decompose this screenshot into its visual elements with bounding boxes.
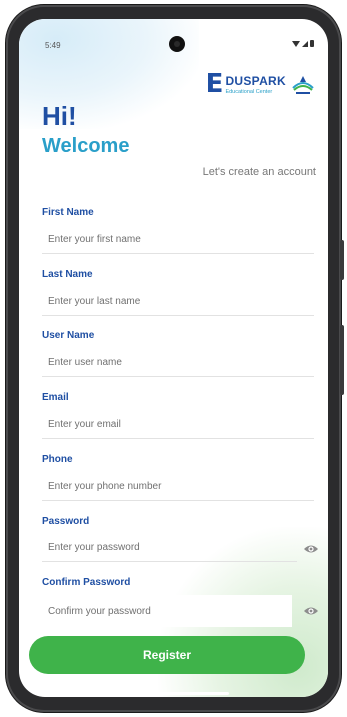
wifi-icon	[292, 40, 300, 47]
status-bar: 5:49	[19, 19, 328, 55]
volume-button	[340, 240, 344, 280]
email-input[interactable]	[42, 411, 314, 439]
signal-icon	[302, 40, 308, 47]
battery-icon	[310, 40, 314, 47]
last-name-input[interactable]	[42, 288, 314, 316]
last-name-label: Last Name	[42, 269, 93, 280]
password-label: Password	[42, 516, 90, 527]
first-name-input[interactable]	[42, 226, 314, 254]
status-time: 5:49	[45, 41, 61, 50]
camera-cutout	[169, 36, 185, 52]
logo-text: DUSPARK Educational Center	[225, 74, 286, 95]
logo-subtitle: Educational Center	[225, 88, 273, 95]
phone-input[interactable]	[42, 473, 314, 501]
register-button[interactable]: Register	[29, 636, 305, 674]
logo-letter: E	[205, 69, 224, 99]
confirm-password-label: Confirm Password	[42, 577, 131, 588]
home-indicator[interactable]	[129, 692, 229, 695]
user-name-input[interactable]	[42, 349, 314, 377]
create-account-subtitle: Let's create an account	[202, 166, 316, 178]
confirm-password-visibility-eye-icon[interactable]	[303, 605, 319, 617]
phone-frame: 5:49 E DUSPARK Educational Center Hi! We…	[6, 5, 344, 712]
welcome-heading: Welcome	[42, 135, 130, 157]
phone-label: Phone	[42, 454, 73, 465]
screen: 5:49 E DUSPARK Educational Center Hi! We…	[19, 19, 328, 697]
status-icons	[292, 40, 314, 47]
power-button	[340, 325, 344, 395]
logo-name: DUSPARK	[225, 73, 286, 88]
first-name-label: First Name	[42, 207, 94, 218]
email-label: Email	[42, 392, 69, 403]
greeting-heading: Hi!	[42, 101, 77, 131]
confirm-password-input[interactable]	[42, 595, 292, 627]
eduspark-logo: E DUSPARK Educational Center	[206, 71, 316, 97]
logo-book-icon	[292, 76, 314, 94]
password-input[interactable]	[42, 534, 297, 562]
password-visibility-eye-icon[interactable]	[303, 543, 319, 555]
user-name-label: User Name	[42, 330, 95, 341]
